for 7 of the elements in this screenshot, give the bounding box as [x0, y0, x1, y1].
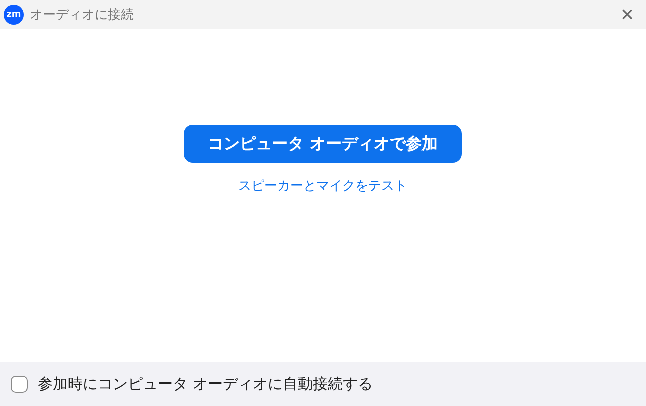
app-logo: zm — [4, 4, 24, 24]
checkbox[interactable] — [11, 376, 28, 392]
test-audio-link[interactable]: スピーカーとマイクをテスト — [238, 177, 408, 195]
join-audio-button[interactable]: コンピュータ オーディオで参加 — [184, 125, 462, 163]
checkbox-label: 参加時にコンピュータ オーディオに自動接続する — [38, 374, 373, 394]
window-title: オーディオに接続 — [30, 6, 135, 24]
close-button[interactable]: × — [615, 4, 640, 26]
